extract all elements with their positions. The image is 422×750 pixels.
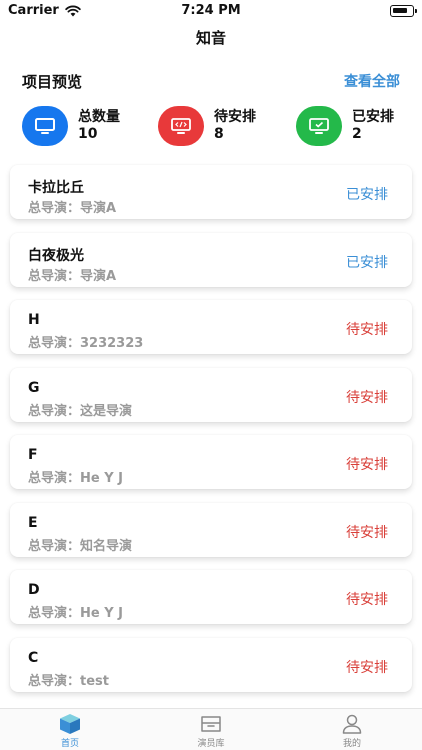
project-title: E bbox=[28, 515, 38, 531]
overview-heading: 项目预览 bbox=[22, 73, 83, 91]
project-director: 总导演：He Y J bbox=[28, 471, 123, 486]
project-status: 待安排 bbox=[346, 390, 388, 406]
check-screen-icon bbox=[296, 106, 342, 146]
status-bar: Carrier 7:24 PM bbox=[0, 0, 422, 22]
project-title: H bbox=[28, 312, 40, 328]
stat-scheduled-value: 2 bbox=[352, 126, 362, 142]
project-card[interactable]: E 总导演：知名导演 待安排 bbox=[10, 503, 412, 557]
stat-pending[interactable]: 待安排 8 bbox=[158, 104, 256, 148]
stat-total-label: 总数量 bbox=[78, 109, 120, 125]
project-status: 待安排 bbox=[346, 525, 388, 541]
project-card[interactable]: F 总导演：He Y J 待安排 bbox=[10, 435, 412, 489]
project-title: D bbox=[28, 582, 40, 598]
box-icon bbox=[58, 713, 82, 735]
view-all-link[interactable]: 查看全部 bbox=[344, 71, 400, 91]
archive-icon bbox=[199, 713, 223, 735]
project-director: 总导演：3232323 bbox=[28, 336, 144, 351]
tab-home[interactable]: 首页 bbox=[0, 709, 140, 750]
project-status: 待安排 bbox=[346, 457, 388, 473]
project-director: 总导演：知名导演 bbox=[28, 539, 133, 554]
project-director: 总导演：导演A bbox=[28, 269, 117, 284]
project-title: F bbox=[28, 447, 38, 463]
project-status: 已安排 bbox=[346, 187, 388, 203]
project-director: 总导演：这是导演 bbox=[28, 404, 133, 419]
stat-pending-label: 待安排 bbox=[214, 109, 256, 125]
project-status: 已安排 bbox=[346, 255, 388, 271]
page-title: 知音 bbox=[195, 29, 226, 47]
project-card[interactable]: 白夜极光 总导演：导演A 已安排 bbox=[10, 233, 412, 287]
project-status: 待安排 bbox=[346, 322, 388, 338]
stats-row: 总数量 10 待安排 8 已安排 2 bbox=[0, 104, 422, 148]
person-icon bbox=[340, 713, 364, 735]
stat-scheduled-label: 已安排 bbox=[352, 109, 394, 125]
tab-actors-label: 演员库 bbox=[197, 739, 225, 749]
project-status: 待安排 bbox=[346, 660, 388, 676]
project-card[interactable]: G 总导演：这是导演 待安排 bbox=[10, 368, 412, 422]
tab-home-label: 首页 bbox=[60, 739, 79, 749]
project-card[interactable]: H 总导演：3232323 待安排 bbox=[10, 300, 412, 354]
project-card[interactable]: C 总导演：test 待安排 bbox=[10, 638, 412, 692]
stat-total[interactable]: 总数量 10 bbox=[22, 104, 120, 148]
monitor-icon bbox=[22, 106, 68, 146]
project-card[interactable]: D 总导演：He Y J 待安排 bbox=[10, 570, 412, 624]
battery-icon bbox=[390, 5, 417, 17]
stat-pending-value: 8 bbox=[214, 126, 224, 142]
project-title: C bbox=[28, 650, 39, 666]
project-card[interactable]: 卡拉比丘 总导演：导演A 已安排 bbox=[10, 165, 412, 219]
project-status: 待安排 bbox=[346, 592, 388, 608]
project-director: 总导演：导演A bbox=[28, 201, 117, 216]
tab-actors[interactable]: 演员库 bbox=[141, 709, 281, 750]
stat-scheduled[interactable]: 已安排 2 bbox=[296, 104, 394, 148]
code-screen-icon bbox=[158, 106, 204, 146]
tab-bar: 首页 演员库 我的 bbox=[0, 708, 422, 750]
tab-profile[interactable]: 我的 bbox=[282, 709, 422, 750]
stat-total-value: 10 bbox=[78, 126, 98, 142]
project-title: 白夜极光 bbox=[28, 248, 84, 264]
project-director: 总导演：He Y J bbox=[28, 606, 123, 621]
project-title: 卡拉比丘 bbox=[28, 180, 84, 196]
clock: 7:24 PM bbox=[181, 3, 241, 18]
tab-profile-label: 我的 bbox=[342, 739, 361, 749]
project-title: G bbox=[28, 380, 40, 396]
project-director: 总导演：test bbox=[28, 674, 109, 689]
